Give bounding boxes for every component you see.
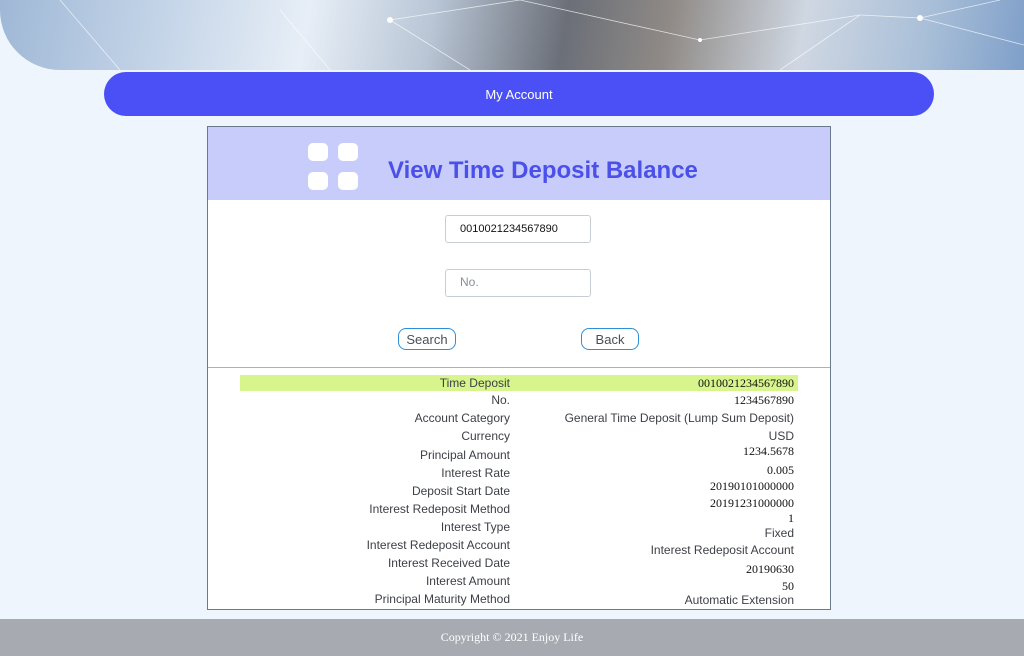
detail-value: 0.005 [767,463,794,477]
search-button[interactable]: Search [398,328,456,350]
detail-row: Interest Amount 20190630 [240,562,798,589]
copyright-text: Copyright © 2021 Enjoy Life [440,630,584,644]
time-deposit-panel: View Time Deposit Balance Search Back Ti… [207,126,831,610]
no-input[interactable] [445,269,591,297]
detail-row: No. 1234567890 [240,392,798,410]
detail-value: 1234567890 [734,393,794,407]
detail-value: 20190101000000 [710,479,794,493]
detail-label: Currency [461,429,510,443]
detail-value: 50 [782,579,794,593]
detail-row: Interest Type 1 [240,511,798,535]
header-banner-image [0,0,1024,70]
detail-value: 1234.5678 [743,444,794,458]
detail-value: 0010021234567890 [698,376,794,390]
detail-value: General Time Deposit (Lump Sum Deposit) [564,411,794,425]
detail-label: Interest Amount [425,574,510,588]
page-title: View Time Deposit Balance [388,157,698,184]
detail-label: Interest Redeposit Method [369,502,510,516]
section-divider [208,367,830,368]
detail-label: Interest Rate [441,466,510,480]
detail-label: Principal Amount [419,448,510,462]
detail-row: Account Category General Time Deposit (L… [240,410,798,428]
panel-header: View Time Deposit Balance [208,127,830,200]
detail-label: Account Category [414,411,510,425]
account-number-input[interactable] [445,215,591,243]
detail-value: 20190630 [746,562,794,576]
detail-row: Principal Amount 1234.5678 [240,444,798,463]
footer: Copyright © 2021 Enjoy Life [0,619,1024,656]
detail-value: 1 [788,511,794,525]
detail-value: Interest Redeposit Account [650,543,794,557]
my-account-nav[interactable]: My Account [104,72,934,116]
detail-value: Fixed [764,526,794,540]
detail-row: Time Deposit 0010021234567890 [240,375,798,391]
detail-row: Interest Redeposit Method 20191231000000 [240,496,798,517]
detail-row: Interest Received Date Interest Redeposi… [240,543,798,571]
detail-value: USD [768,429,794,443]
detail-label: Deposit Start Date [411,484,510,498]
detail-label: Time Deposit [439,376,510,390]
detail-value: 20191231000000 [710,496,794,510]
detail-value: Automatic Extension [684,593,794,607]
back-button[interactable]: Back [581,328,639,350]
detail-label: Interest Received Date [387,556,510,570]
grid-menu-icon [308,143,358,193]
detail-row: Currency USD [240,428,798,446]
detail-label: Interest Redeposit Account [366,538,510,552]
detail-label: No. [491,393,510,407]
detail-label: Interest Type [440,520,510,534]
my-account-label: My Account [485,86,553,102]
banner-network-graphic [59,0,1024,70]
detail-row: Automatic Extension [240,593,798,611]
